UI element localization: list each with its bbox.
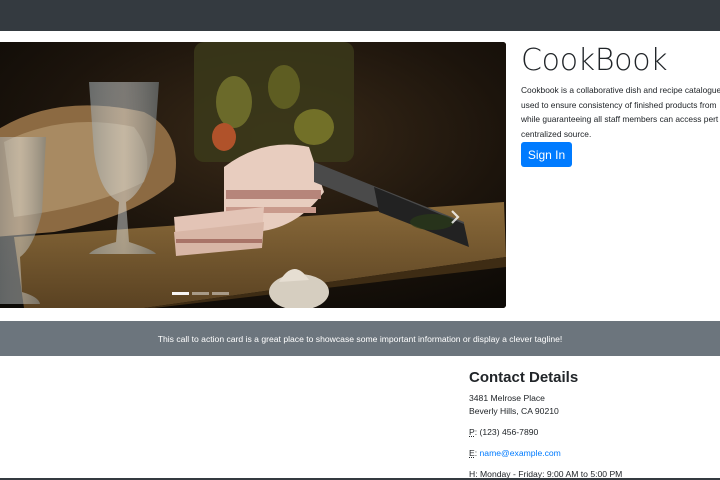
hero-description-line: used to ensure consistency of finished p… [521,99,717,110]
call-to-action-card: This call to action card is a great plac… [0,321,720,356]
address-line-1: 3481 Melrose Place [469,393,545,403]
carousel-indicator-1[interactable] [172,292,189,295]
hero-description-line: centralized source. [521,128,592,139]
carousel-image [0,42,506,308]
phone-number: (123) 456-7890 [479,427,539,437]
address-line-2: Beverly Hills, CA 90210 [469,406,559,416]
top-navbar [0,0,720,31]
contact-title: Contact Details [469,369,579,386]
carousel-indicator-3[interactable] [212,292,229,295]
email-link[interactable]: name@example.com [480,448,561,458]
call-to-action-text: This call to action card is a great plac… [157,333,563,344]
hero-text: CookBook Cookbook is a collaborative dis… [521,42,720,167]
sign-in-button[interactable]: Sign In [521,142,572,167]
contact-details: Contact Details 3481 Melrose Place Bever… [469,368,720,480]
carousel-next-button[interactable] [442,204,468,230]
hero-carousel[interactable] [0,42,506,308]
contact-address: 3481 Melrose Place Beverly Hills, CA 902… [469,392,720,418]
chevron-right-icon [451,210,460,224]
phone-abbr: P [469,427,475,437]
hero-description-line: Cookbook is a collaborative dish and rec… [521,85,720,95]
hero-description-line: while guaranteeing all staff members can… [521,114,719,124]
contact-email: E: name@example.com [469,448,561,458]
email-abbr: E [469,448,475,458]
carousel-indicators [172,292,229,295]
hero-description: Cookbook is a collaborative dish and rec… [521,83,720,141]
page-title: CookBook [521,43,668,78]
carousel-indicator-2[interactable] [192,292,209,295]
contact-phone: P: (123) 456-7890 [469,427,539,437]
